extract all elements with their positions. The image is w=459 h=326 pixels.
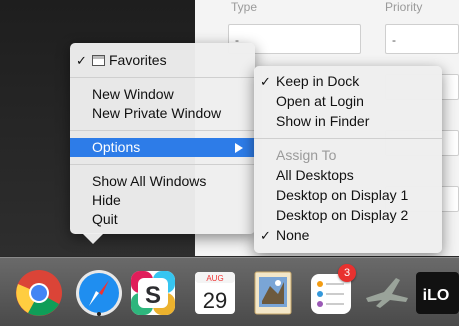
menu-item-hide[interactable]: Hide bbox=[70, 191, 255, 210]
menu-item-label: Hide bbox=[92, 192, 121, 208]
dock-context-menu: ✓ Favorites New Window New Private Windo… bbox=[70, 43, 255, 234]
menu-item-quit[interactable]: Quit bbox=[70, 210, 255, 229]
menu-item-new-window[interactable]: New Window bbox=[70, 85, 255, 104]
ilo-text: iLO bbox=[423, 287, 450, 304]
menu-item-label: Open at Login bbox=[276, 93, 364, 109]
calendar-month: AUG bbox=[206, 274, 223, 283]
submenu-item-show-in-finder[interactable]: Show in Finder bbox=[254, 112, 442, 131]
priority-label: Priority bbox=[385, 0, 423, 14]
submenu-item-none[interactable]: ✓ None bbox=[254, 226, 442, 245]
window-icon bbox=[92, 55, 105, 66]
options-submenu: ✓ Keep in Dock Open at Login Show in Fin… bbox=[254, 66, 442, 253]
menu-separator bbox=[254, 138, 442, 139]
checkmark-icon: ✓ bbox=[260, 74, 271, 89]
menu-item-label: Show All Windows bbox=[92, 173, 207, 189]
safari-app-icon[interactable] bbox=[74, 268, 124, 318]
slack-app-icon[interactable]: S bbox=[128, 268, 178, 318]
menu-pointer bbox=[82, 233, 104, 244]
menu-separator bbox=[70, 77, 255, 78]
menu-item-label: Desktop on Display 1 bbox=[276, 187, 409, 203]
menu-item-label: Options bbox=[92, 139, 141, 155]
ilo-app-icon[interactable]: iLO bbox=[416, 268, 459, 318]
slack-letter: S bbox=[145, 282, 161, 309]
reminders-app-icon[interactable]: 3 bbox=[306, 264, 356, 318]
menu-item-label: New Window bbox=[92, 86, 174, 102]
submenu-item-keep-in-dock[interactable]: ✓ Keep in Dock bbox=[254, 72, 442, 91]
menu-item-label: Show in Finder bbox=[276, 113, 370, 129]
menu-item-label: Keep in Dock bbox=[276, 73, 360, 89]
chrome-app-icon[interactable] bbox=[14, 268, 64, 318]
submenu-item-all-desktops[interactable]: All Desktops bbox=[254, 166, 442, 185]
running-indicator bbox=[97, 312, 101, 316]
submenu-item-desktop-display-1[interactable]: Desktop on Display 1 bbox=[254, 186, 442, 205]
menu-item-label: None bbox=[276, 227, 310, 243]
menu-separator bbox=[70, 130, 255, 131]
calendar-day: 29 bbox=[203, 288, 227, 313]
dock: S AUG 29 3 iLO bbox=[0, 257, 459, 326]
menu-item-options[interactable]: Options bbox=[70, 138, 255, 157]
menu-item-label: All Desktops bbox=[276, 167, 354, 183]
type-label: Type bbox=[231, 0, 258, 14]
menu-item-new-private-window[interactable]: New Private Window bbox=[70, 104, 255, 123]
airplane-app-icon[interactable] bbox=[362, 268, 412, 318]
priority-select-value: - bbox=[392, 33, 396, 47]
submenu-arrow-icon bbox=[235, 143, 243, 153]
menu-item-label: New Private Window bbox=[92, 105, 222, 121]
submenu-heading-assign-to: Assign To bbox=[254, 146, 442, 165]
submenu-item-open-at-login[interactable]: Open at Login bbox=[254, 92, 442, 111]
priority-select[interactable]: - bbox=[385, 24, 459, 54]
menu-item-label: Desktop on Display 2 bbox=[276, 207, 409, 223]
menu-separator bbox=[70, 164, 255, 165]
notification-badge: 3 bbox=[338, 264, 356, 282]
menu-item-favorites[interactable]: ✓ Favorites bbox=[70, 51, 255, 70]
menu-item-label: Favorites bbox=[109, 52, 167, 68]
menu-item-label: Assign To bbox=[276, 147, 337, 163]
submenu-item-desktop-display-2[interactable]: Desktop on Display 2 bbox=[254, 206, 442, 225]
calendar-app-icon[interactable]: AUG 29 bbox=[190, 268, 240, 318]
menu-item-show-all-windows[interactable]: Show All Windows bbox=[70, 172, 255, 191]
menu-item-label: Quit bbox=[92, 211, 118, 227]
checkmark-icon: ✓ bbox=[76, 53, 87, 68]
mail-app-icon[interactable] bbox=[248, 268, 298, 318]
checkmark-icon: ✓ bbox=[260, 228, 271, 243]
